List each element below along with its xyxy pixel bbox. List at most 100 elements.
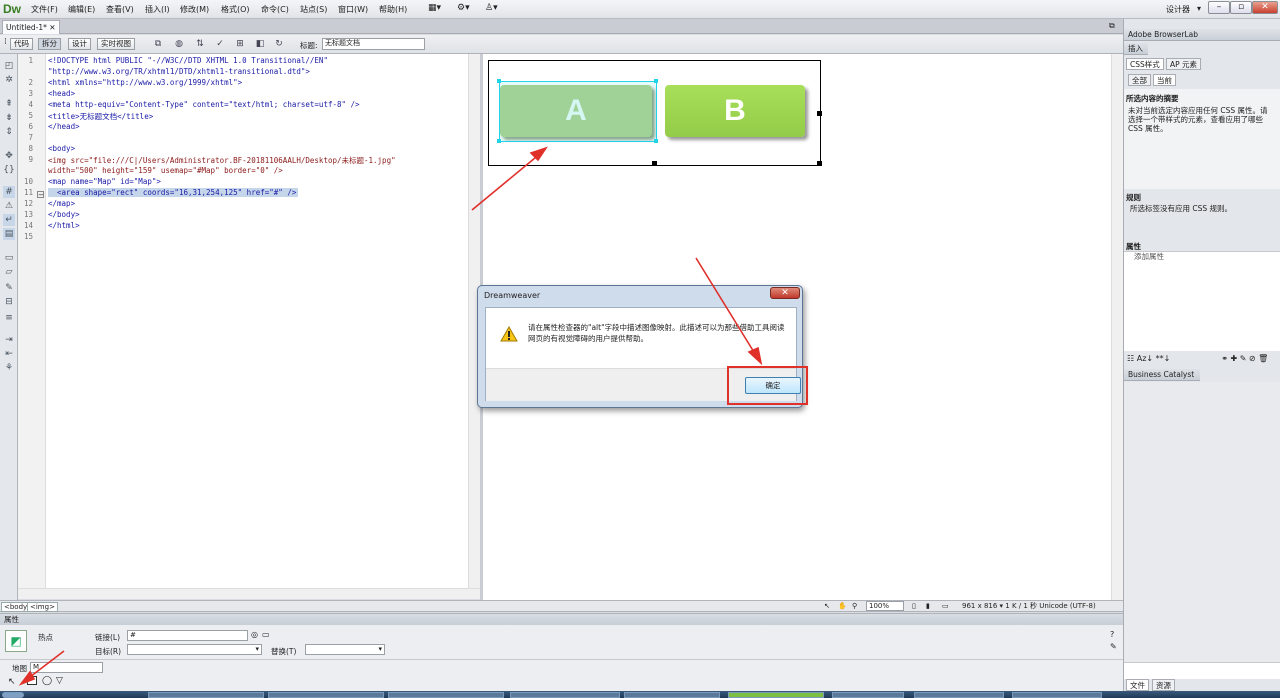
link-input[interactable]: # <box>127 630 248 641</box>
taskbar-item[interactable] <box>914 692 1004 698</box>
window-size-icon[interactable]: ▯ <box>912 602 916 611</box>
hotspot-handle[interactable] <box>654 79 658 83</box>
code-view-button[interactable]: 代码 <box>10 38 33 50</box>
code-editor[interactable]: <!DOCTYPE html PUBLIC "-//W3C//DTD XHTML… <box>46 54 468 588</box>
close-icon[interactable]: ✕ <box>49 23 55 32</box>
balance-braces-icon[interactable]: {} <box>3 164 15 176</box>
collapse-marker-icon[interactable]: − <box>37 191 44 199</box>
chevron-down-icon[interactable]: ▾ <box>1197 4 1201 13</box>
select-parent-tag-icon[interactable]: ✥ <box>3 150 15 162</box>
taskbar-item[interactable] <box>268 692 384 698</box>
rect-hotspot-tool-icon[interactable] <box>27 676 37 685</box>
move-css-icon[interactable]: ≡ <box>3 312 15 324</box>
code-horizontal-scrollbar[interactable] <box>18 588 480 599</box>
workspace-switcher[interactable]: 设计器 <box>1166 4 1190 15</box>
start-button[interactable] <box>2 692 24 698</box>
preview-browser-icon[interactable]: ◍ <box>172 38 186 50</box>
hotspot-handle[interactable] <box>497 79 501 83</box>
line-numbers-icon[interactable]: # <box>3 186 15 198</box>
hotspot-handle[interactable] <box>654 139 658 143</box>
outdent-code-icon[interactable]: ⇤ <box>3 348 15 360</box>
taskbar-item[interactable] <box>832 692 904 698</box>
hand-tool-icon[interactable]: ✋ <box>838 602 847 611</box>
dialog-close-button[interactable]: ✕ <box>770 287 800 299</box>
desktop-size-icon[interactable]: ▭ <box>942 602 949 611</box>
folder-icon[interactable]: ▭ <box>262 630 270 639</box>
quick-tag-editor-icon[interactable]: ✎ <box>1110 642 1117 651</box>
menu-view[interactable]: 查看(V) <box>106 4 134 15</box>
recent-snippets-icon[interactable]: ⊟ <box>3 296 15 308</box>
browserlab-panel-header[interactable]: Adobe BrowserLab <box>1124 29 1280 41</box>
select-tool-icon[interactable]: ↖ <box>824 602 830 611</box>
tab-css-styles[interactable]: CSS样式 <box>1126 58 1164 70</box>
pointer-hotspot-tool-icon[interactable]: ↖ <box>8 677 16 687</box>
live-view-button[interactable]: 实时视图 <box>97 38 135 50</box>
image-resize-handle[interactable] <box>652 161 657 166</box>
tablet-size-icon[interactable]: ▮ <box>926 602 930 611</box>
file-management-icon[interactable]: ⇅ <box>193 38 207 50</box>
collapse-full-tag-icon[interactable]: ⇞ <box>3 98 15 110</box>
collapse-selection-icon[interactable]: ⇟ <box>3 112 15 124</box>
menu-help[interactable]: 帮助(H) <box>379 4 407 15</box>
attributes-pane[interactable] <box>1124 251 1280 351</box>
zoom-select[interactable]: 100% <box>866 601 904 611</box>
title-input[interactable]: 无标题文档 <box>322 38 425 50</box>
all-mode-button[interactable]: 全部 <box>1128 74 1151 86</box>
menu-commands[interactable]: 命令(C) <box>261 4 289 15</box>
menu-site[interactable]: 站点(S) <box>300 4 327 15</box>
menu-file[interactable]: 文件(F) <box>31 4 58 15</box>
help-icon[interactable]: ? <box>1110 630 1114 639</box>
menu-window[interactable]: 窗口(W) <box>338 4 368 15</box>
multiscreen-icon[interactable]: ⧉ <box>151 38 165 50</box>
taskbar-item[interactable] <box>510 692 620 698</box>
indent-code-icon[interactable]: ⇥ <box>3 334 15 346</box>
taskbar-item[interactable] <box>624 692 720 698</box>
taskbar-item[interactable] <box>388 692 504 698</box>
tab-ap-elements[interactable]: AP 元素 <box>1166 58 1202 70</box>
image-resize-handle[interactable] <box>817 161 822 166</box>
tab-untitled-1[interactable]: Untitled-1* ✕ <box>2 20 60 34</box>
tag-selector-img[interactable]: <img> <box>27 602 58 612</box>
refresh-icon[interactable]: ↻ <box>272 38 286 50</box>
current-mode-button[interactable]: 当前 <box>1153 74 1176 86</box>
word-wrap-icon[interactable]: ↵ <box>3 214 15 226</box>
hotspot-handle[interactable] <box>497 139 501 143</box>
show-code-navigator-icon[interactable]: ✲ <box>3 74 15 86</box>
menu-modify[interactable]: 修改(M) <box>180 4 209 15</box>
tab-files[interactable]: 文件 <box>1126 679 1149 691</box>
gear-icon[interactable]: ⚙▾ <box>457 3 470 13</box>
site-icon[interactable]: ♙▾ <box>485 3 498 13</box>
alt-select[interactable]: ▾ <box>305 644 385 655</box>
close-button[interactable]: ✕ <box>1252 1 1278 14</box>
apply-comment-icon[interactable]: ▭ <box>3 252 15 264</box>
format-source-icon[interactable]: ⚘ <box>3 362 15 374</box>
image-resize-handle[interactable] <box>817 111 822 116</box>
tab-assets[interactable]: 资源 <box>1152 679 1175 691</box>
highlight-invalid-icon[interactable]: ⚠ <box>3 200 15 212</box>
open-documents-icon[interactable]: ◰ <box>3 60 15 72</box>
add-attribute-link[interactable]: 添加属性 <box>1134 252 1164 261</box>
design-vertical-scrollbar[interactable] <box>1111 54 1123 600</box>
business-catalyst-tab[interactable]: Business Catalyst <box>1124 369 1200 381</box>
menu-insert[interactable]: 插入(I) <box>145 4 170 15</box>
design-view-button[interactable]: 设计 <box>68 38 91 50</box>
zoom-tool-icon[interactable]: ⚲ <box>852 602 857 611</box>
validate-icon[interactable]: ⊞ <box>233 38 247 50</box>
polygon-hotspot-tool-icon[interactable]: ▽ <box>56 676 63 686</box>
taskbar-item-dreamweaver[interactable] <box>728 692 824 698</box>
menu-edit[interactable]: 编辑(E) <box>68 4 95 15</box>
syntax-coloring-icon[interactable]: ▤ <box>3 228 15 240</box>
taskbar-item[interactable] <box>1012 692 1102 698</box>
menu-format[interactable]: 格式(O) <box>221 4 250 15</box>
point-to-file-icon[interactable]: ◎ <box>251 630 258 639</box>
minimize-button[interactable]: – <box>1208 1 1230 14</box>
check-browser-icon[interactable]: ✓ <box>213 38 227 50</box>
maximize-button[interactable]: ▫ <box>1230 1 1252 14</box>
wrap-tag-icon[interactable]: ✎ <box>3 282 15 294</box>
taskbar-item[interactable] <box>148 692 264 698</box>
restore-icon[interactable]: ⧉ <box>1109 21 1115 31</box>
target-select[interactable]: ▾ <box>127 644 262 655</box>
layout-icon[interactable]: ▦▾ <box>428 3 441 13</box>
circle-hotspot-tool-icon[interactable]: ◯ <box>42 676 52 686</box>
map-name-input[interactable]: M <box>30 662 103 673</box>
